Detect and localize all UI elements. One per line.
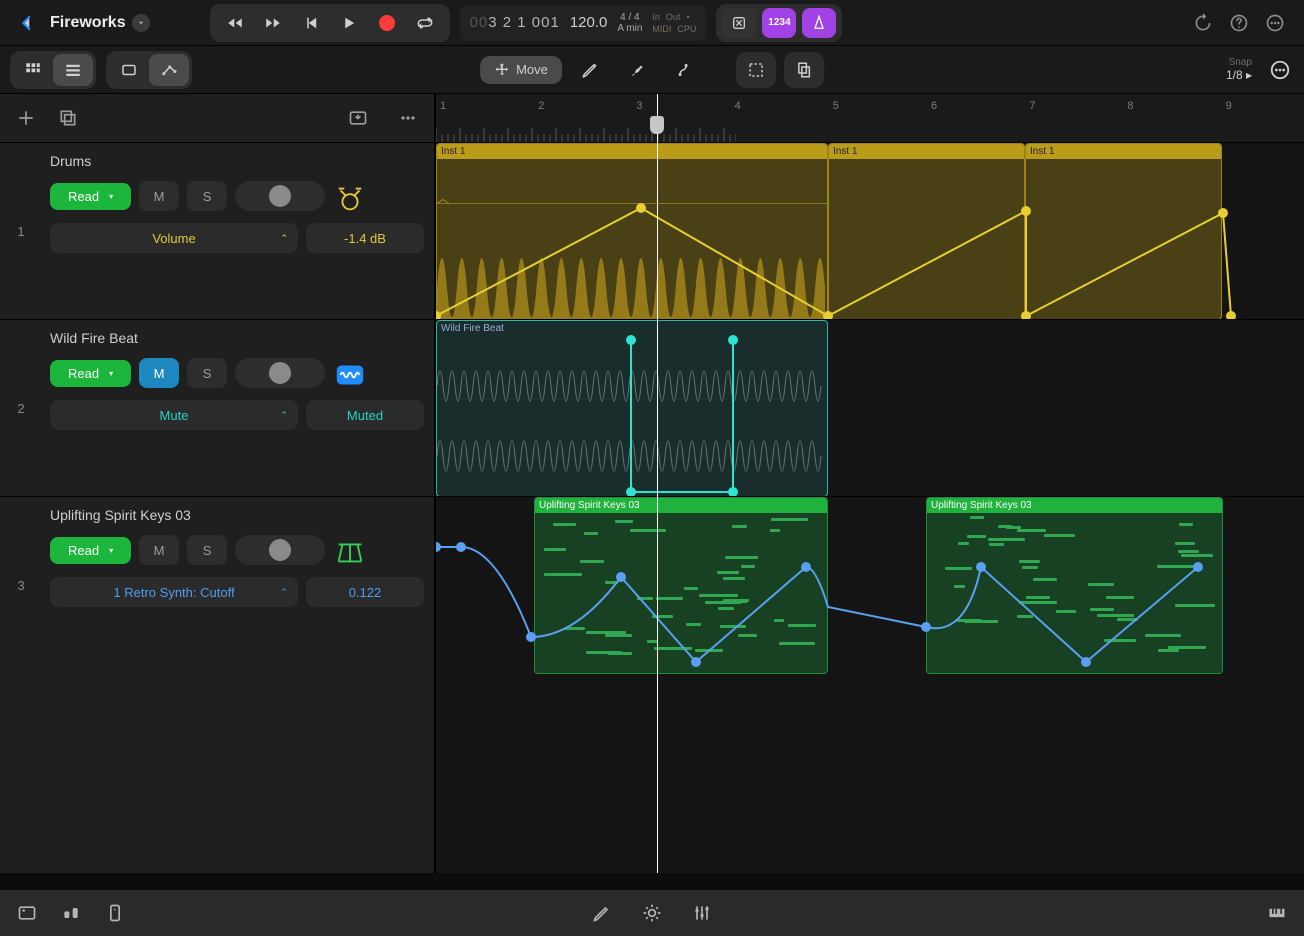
automation-param-select[interactable]: 1 Retro Synth: Cutoff⌃ [50, 577, 298, 607]
audio-track-icon [333, 358, 367, 392]
duplicate-track-button[interactable] [56, 106, 80, 130]
bar-label: 4 [735, 100, 741, 112]
metronome-button[interactable] [802, 8, 836, 38]
undo-history-button[interactable] [1192, 12, 1214, 34]
pan-knob[interactable] [235, 358, 325, 388]
automation-view-button[interactable] [149, 54, 189, 86]
keyboard-button[interactable] [1266, 902, 1288, 924]
record-button[interactable] [370, 8, 404, 38]
bar-label: 9 [1226, 100, 1232, 112]
import-button[interactable] [346, 106, 370, 130]
pointer-tool-move[interactable]: Move [480, 56, 562, 84]
editor-settings-button[interactable] [641, 902, 663, 924]
automation-value[interactable]: Muted [306, 400, 424, 430]
pan-knob[interactable] [235, 181, 325, 211]
toolbar-more-button[interactable] [1266, 56, 1294, 84]
back-button[interactable] [10, 8, 44, 38]
project-title: Fireworks [50, 14, 126, 32]
lcd-tempo: 120.0 [570, 14, 608, 31]
add-track-button[interactable] [14, 106, 38, 130]
drumkit-icon [333, 181, 367, 215]
go-to-start-button[interactable] [294, 8, 328, 38]
bottom-bar [0, 890, 1304, 936]
mute-button[interactable]: M [139, 181, 179, 211]
cycle-button[interactable] [408, 8, 442, 38]
bar-label: 7 [1029, 100, 1035, 112]
track-index: 2 [0, 320, 42, 496]
solo-button[interactable]: S [187, 535, 227, 565]
mixer-button[interactable] [60, 902, 82, 924]
track-index: 3 [0, 497, 42, 673]
automation-mode-button[interactable]: Read▾ [50, 360, 131, 387]
keys-icon [333, 535, 367, 569]
time-ruler[interactable]: 1 2 3 4 5 6 7 8 9 [436, 94, 1304, 142]
automation-param-select[interactable]: Volume⌃ [50, 223, 298, 253]
snap-label: Snap [1226, 57, 1252, 68]
bar-label: 8 [1127, 100, 1133, 112]
tuner-button[interactable] [722, 8, 756, 38]
view-tracks-button[interactable] [53, 54, 93, 86]
snap-value[interactable]: 1/8 ▸ [1226, 68, 1252, 82]
bar-label: 3 [636, 100, 642, 112]
marquee-tool[interactable] [736, 52, 776, 88]
region-inst1-b[interactable]: Inst 1 [828, 143, 1025, 320]
track-header-3[interactable]: 3 Uplifting Spirit Keys 03 Read▾ M S 1 R… [0, 496, 434, 673]
bar-label: 1 [440, 100, 446, 112]
automation-mode-button[interactable]: Read▾ [50, 183, 131, 210]
region-keys-a[interactable]: Uplifting Spirit Keys 03 [534, 497, 828, 674]
track-name[interactable]: Uplifting Spirit Keys 03 [50, 507, 424, 523]
brush-tool[interactable] [618, 52, 658, 88]
track-header-2[interactable]: 2 Wild Fire Beat Read▾ M S Mute⌃ Muted [0, 319, 434, 496]
bar-label: 5 [833, 100, 839, 112]
playhead[interactable] [657, 94, 658, 873]
arrangement-area[interactable]: 1 2 3 4 5 6 7 8 9 Inst 1 [436, 94, 1304, 873]
copy-tool[interactable] [784, 52, 824, 88]
playhead-handle[interactable] [650, 116, 664, 134]
lcd-display[interactable]: 003 2 1 001 120.0 4 / 4 A min InOut• MID… [460, 5, 707, 41]
chevron-down-icon [132, 14, 150, 32]
transport-controls [210, 4, 450, 42]
track-index: 1 [0, 143, 42, 319]
notepad-button[interactable] [104, 902, 126, 924]
curve-tool[interactable] [666, 52, 706, 88]
region-view-button[interactable] [109, 54, 149, 86]
automation-value[interactable]: -1.4 dB [306, 223, 424, 253]
more-menu-button[interactable] [1264, 12, 1286, 34]
pan-knob[interactable] [235, 535, 325, 565]
automation-param-select[interactable]: Mute⌃ [50, 400, 298, 430]
help-button[interactable] [1228, 12, 1250, 34]
region-wildfire[interactable]: Wild Fire Beat [436, 320, 828, 497]
region-waveform [437, 159, 827, 320]
bar-label: 6 [931, 100, 937, 112]
automation-mode-button[interactable]: Read▾ [50, 537, 131, 564]
automation-value[interactable]: 0.122 [306, 577, 424, 607]
editor-pencil-button[interactable] [591, 902, 613, 924]
lane-1[interactable]: Inst 1 Inst 1 Inst 1 [436, 142, 1304, 319]
forward-button[interactable] [256, 8, 290, 38]
live-loops-button[interactable] [16, 902, 38, 924]
lane-3[interactable]: Uplifting Spirit Keys 03 Uplifting Spiri… [436, 496, 1304, 673]
editor-faders-button[interactable] [691, 902, 713, 924]
view-grid-button[interactable] [13, 54, 53, 86]
region-keys-b[interactable]: Uplifting Spirit Keys 03 [926, 497, 1223, 674]
toolbar-right-pills: 1234 [716, 4, 842, 42]
count-in-button[interactable]: 1234 [762, 8, 796, 38]
project-title-dropdown[interactable]: Fireworks [50, 14, 150, 32]
lane-2[interactable]: Wild Fire Beat [436, 319, 1304, 496]
play-button[interactable] [332, 8, 366, 38]
region-inst1-a[interactable]: Inst 1 [436, 143, 828, 320]
track-name[interactable]: Wild Fire Beat [50, 330, 424, 346]
solo-button[interactable]: S [187, 181, 227, 211]
mute-button[interactable]: M [139, 535, 179, 565]
track-header-more-button[interactable] [396, 106, 420, 130]
track-header-1[interactable]: 1 Drums Read▾ M S Volume⌃ -1.4 dB [0, 142, 434, 319]
pencil-tool[interactable] [570, 52, 610, 88]
mute-button[interactable]: M [139, 358, 179, 388]
bar-label: 2 [538, 100, 544, 112]
region-inst1-c[interactable]: Inst 1 [1025, 143, 1222, 320]
region-waveform [437, 336, 828, 496]
track-name[interactable]: Drums [50, 153, 424, 169]
solo-button[interactable]: S [187, 358, 227, 388]
rewind-button[interactable] [218, 8, 252, 38]
